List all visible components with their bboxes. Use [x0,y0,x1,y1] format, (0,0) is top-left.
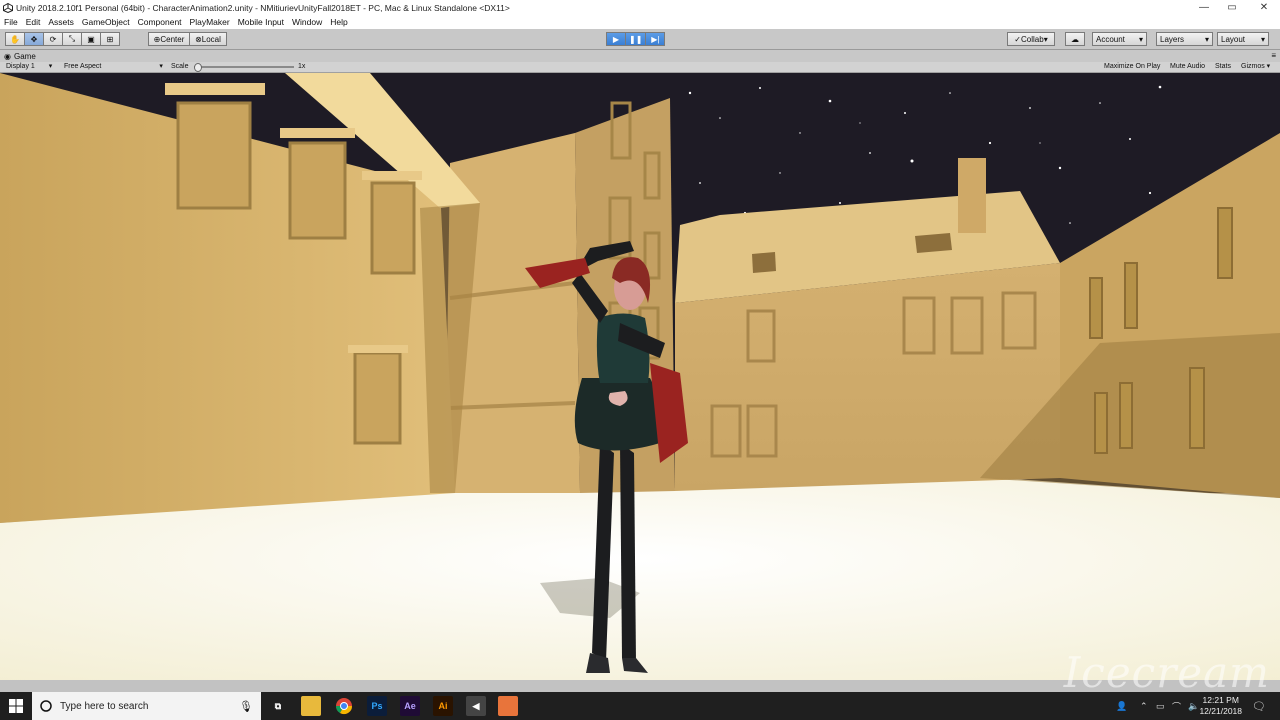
mute-audio-toggle[interactable]: Mute Audio [1170,62,1205,72]
account-dropdown[interactable]: Account ▾ [1092,32,1147,46]
pivot-center-button[interactable]: ⊕ Center [148,32,190,46]
scale-tool-button[interactable]: ⤡ [62,32,82,46]
layout-dropdown[interactable]: Layout ▾ [1217,32,1269,46]
game-viewport[interactable] [0,73,1280,680]
chimney [958,158,986,233]
title-bar: Unity 2018.2.10f1 Personal (64bit) - Cha… [0,0,1280,15]
transform-tool-button[interactable]: ⊞ [100,32,120,46]
hand-tool-button[interactable]: ✋ [5,32,25,46]
chevron-down-icon: ▾ [1043,34,1048,44]
rotate-tool-button[interactable]: ⟳ [43,32,63,46]
collab-button[interactable]: ✓ Collab ▾ [1007,32,1055,46]
maximize-button[interactable]: ▭ [1216,0,1248,15]
pause-button[interactable]: ❚❚ [625,32,647,46]
local-icon: ⊗ [195,34,202,44]
pivot-icon: ⊕ [153,34,161,44]
cloud-icon: ☁ [1071,34,1079,44]
taskbar-clock[interactable]: 12:21 PM 12/21/2018 [1199,695,1242,717]
icecream-recorder-icon[interactable] [498,696,518,716]
illustrator-icon[interactable]: Ai [433,696,453,716]
gamepad-icon: ◉ [4,51,11,61]
step-icon: ▶| [651,34,660,44]
microphone-icon[interactable]: 🎙 [239,700,253,713]
main-toolbar: ✋ ✥ ⟳ ⤡ ▣ ⊞ ⊕ Center ⊗ Local ▶ ❚❚ ▶| ✓ Coll… [0,29,1280,50]
check-icon: ✓ [1014,34,1021,44]
menu-gameobject[interactable]: GameObject [78,17,134,27]
rotate-icon: ⟳ [49,34,57,44]
pivot-local-button[interactable]: ⊗ Local [189,32,227,46]
game-view-toolbar: Display 1 ▾ Free Aspect ▾ Scale 1x Maximiz… [0,62,1280,73]
panel-menu-icon[interactable]: ≡ [1271,51,1276,60]
play-button[interactable]: ▶ [606,32,626,46]
menu-help[interactable]: Help [326,17,351,27]
chevron-down-icon: ▾ [1138,34,1143,44]
play-icon: ▶ [612,34,620,44]
tab-game[interactable]: ◉ Game [0,52,36,61]
scale-icon: ⤡ [68,34,76,43]
menu-edit[interactable]: Edit [22,17,45,27]
maximize-on-play-toggle[interactable]: Maximize On Play [1104,62,1160,72]
step-button[interactable]: ▶| [645,32,666,46]
move-tool-button[interactable]: ✥ [24,32,44,46]
aspect-dropdown[interactable]: Free Aspect ▾ [64,62,163,72]
rect-icon: ▣ [87,34,95,44]
search-placeholder: Type here to search [60,700,149,712]
menu-bar: File Edit Assets GameObject Component Pl… [0,15,1280,29]
transform-icon: ⊞ [106,34,114,44]
photoshop-icon[interactable]: Ps [367,696,387,716]
transform-tools: ✋ ✥ ⟳ ⤡ ▣ ⊞ [5,32,120,46]
search-icon [40,700,52,712]
unity-taskbar-icon[interactable]: ◀ [466,696,486,716]
display-dropdown[interactable]: Display 1 ▾ [6,62,52,72]
taskbar-search-box[interactable]: Type here to search 🎙 [32,692,261,720]
rect-tool-button[interactable]: ▣ [81,32,101,46]
collab-group: ✓ Collab ▾ [1007,32,1055,46]
clock-date: 12/21/2018 [1199,706,1242,716]
scale-slider-track[interactable] [194,66,294,68]
gizmos-dropdown[interactable]: Gizmos ▾ [1241,62,1270,72]
account-group: Account ▾ [1092,32,1147,46]
play-controls: ▶ ❚❚ ▶| [606,32,666,46]
scale-value: 1x [298,63,306,70]
scale-slider-handle[interactable] [194,63,202,72]
menu-window[interactable]: Window [288,17,326,27]
scale-label: Scale [171,63,189,70]
menu-assets[interactable]: Assets [44,17,78,27]
menu-mobile-input[interactable]: Mobile Input [234,17,288,27]
start-button[interactable] [0,692,32,720]
menu-file[interactable]: File [0,17,22,27]
cloud-group: ☁ [1065,32,1085,46]
after-effects-icon[interactable]: Ae [400,696,420,716]
layers-dropdown[interactable]: Layers ▾ [1156,32,1213,46]
chevron-down-icon: ▾ [48,63,53,70]
file-explorer-icon[interactable] [301,696,321,716]
menu-playmaker[interactable]: PlayMaker [186,17,234,27]
chrome-icon[interactable] [334,696,354,716]
recorder-watermark: Icecream [1063,648,1270,697]
layout-group: Layout ▾ [1217,32,1269,46]
cloud-button[interactable]: ☁ [1065,32,1085,46]
close-button[interactable]: ✕ [1248,0,1280,15]
chevron-down-icon: ▾ [1260,34,1265,44]
chevron-down-icon: ▾ [1204,34,1209,44]
layers-group: Layers ▾ [1156,32,1213,46]
scene-render [0,73,1280,680]
menu-component[interactable]: Component [134,17,186,27]
pause-icon: ❚❚ [629,34,643,44]
pivot-tools: ⊕ Center ⊗ Local [148,32,227,46]
stats-toggle[interactable]: Stats [1215,62,1231,72]
window-title: Unity 2018.2.10f1 Personal (64bit) - Cha… [16,2,510,13]
windows-logo-icon [9,699,23,713]
chevron-down-icon: ▾ [159,63,163,70]
move-icon: ✥ [30,34,38,44]
hand-icon: ✋ [10,34,20,44]
game-view-tab-bar: ◉ Game ≡ [0,50,1280,62]
unity-logo-icon [3,2,13,13]
task-view-icon[interactable]: ⧉ [268,696,288,716]
